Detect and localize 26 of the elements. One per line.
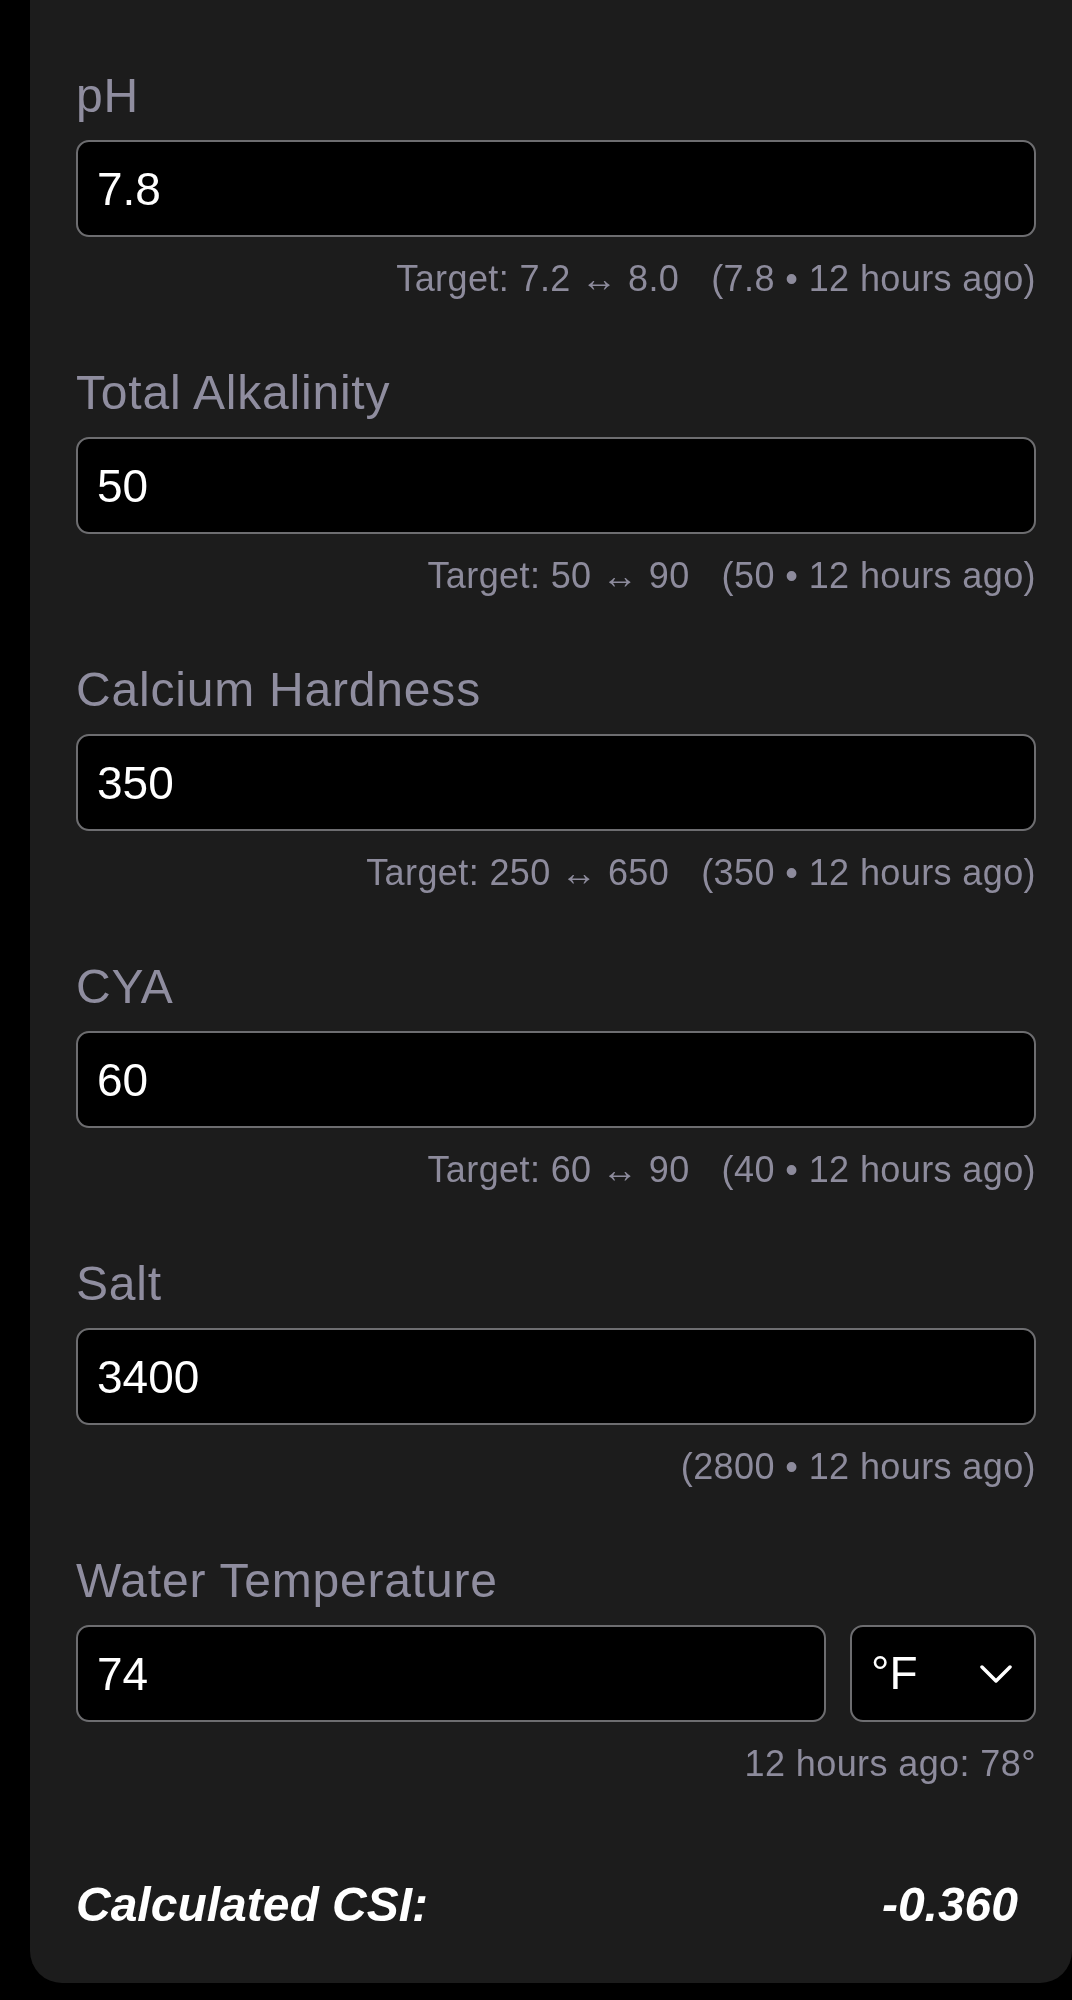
- history-text: (7.8 • 12 hours ago): [711, 257, 1036, 300]
- target-range-text: Target: 7.2 ↔ 8.0: [396, 257, 680, 300]
- field-label: CYA: [76, 959, 175, 1015]
- history-text: (2800 • 12 hours ago): [680, 1445, 1036, 1488]
- chevron-down-icon: [980, 1664, 1012, 1683]
- field-label: Calcium Hardness: [76, 662, 482, 718]
- unit-select[interactable]: °F: [850, 1625, 1036, 1722]
- result-label: Calculated CSI:: [76, 1877, 429, 1933]
- field-label: Water Temperature: [76, 1553, 499, 1609]
- value-field[interactable]: 7.8: [76, 140, 1036, 237]
- history-text: (50 • 12 hours ago): [721, 554, 1036, 597]
- result-value: -0.360: [881, 1877, 1018, 1933]
- target-range-text: Target: 250 ↔ 650: [366, 851, 670, 894]
- field-label: pH: [76, 68, 140, 124]
- value-field[interactable]: 60: [76, 1031, 1036, 1128]
- history-text: 12 hours ago: 78°: [744, 1742, 1036, 1785]
- field-label: Total Alkalinity: [76, 365, 392, 421]
- target-range-text: Target: 50 ↔ 90: [427, 554, 690, 597]
- value-field[interactable]: 74: [76, 1625, 826, 1722]
- value-field[interactable]: 50: [76, 437, 1036, 534]
- target-range-text: Target: 60 ↔ 90: [427, 1148, 690, 1191]
- history-text: (40 • 12 hours ago): [721, 1148, 1036, 1191]
- value-field[interactable]: 3400: [76, 1328, 1036, 1425]
- history-text: (350 • 12 hours ago): [701, 851, 1036, 894]
- field-label: Salt: [76, 1256, 163, 1312]
- value-field[interactable]: 350: [76, 734, 1036, 831]
